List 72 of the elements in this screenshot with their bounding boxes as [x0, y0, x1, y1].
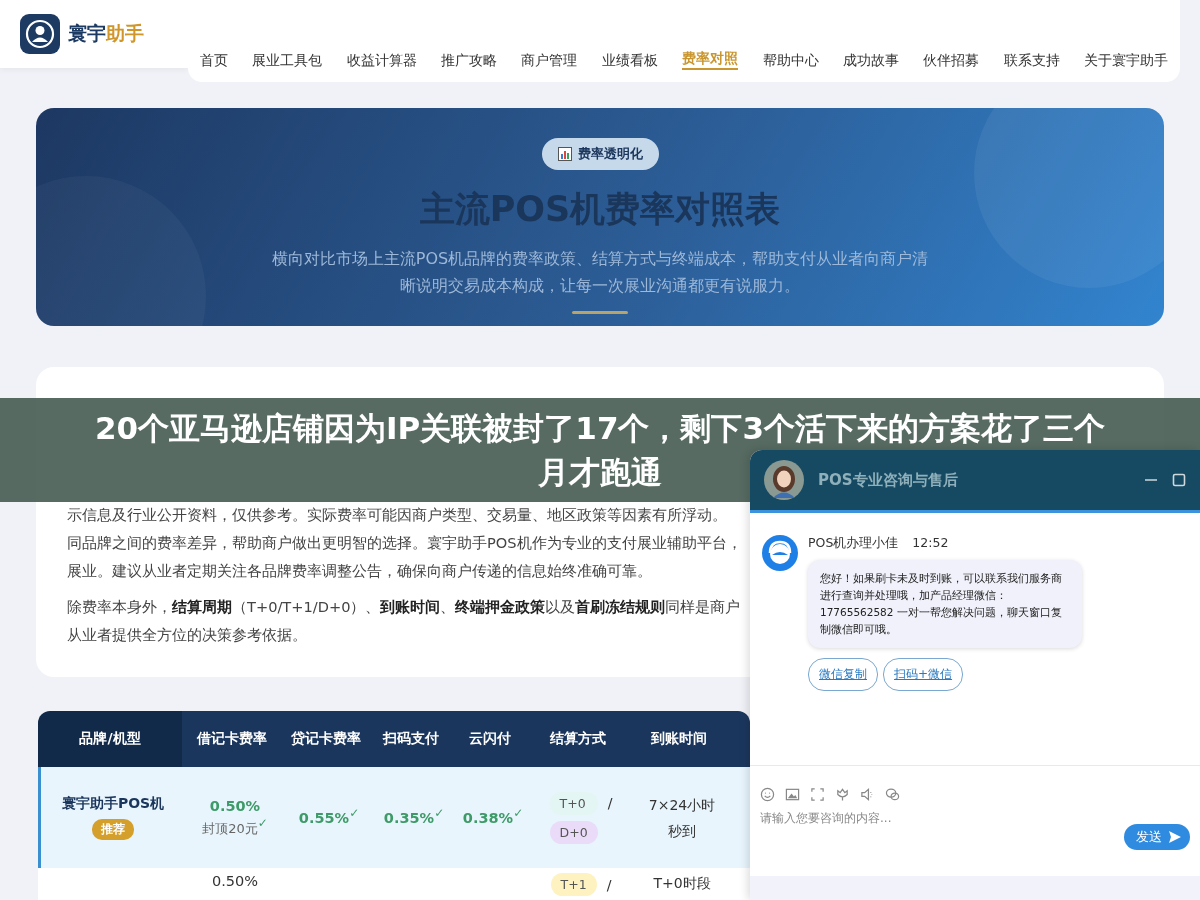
paragraph-line: 同品牌之间的费率差异，帮助商户做出更明智的选择。寰宇助手POS机作为专业的支付展业辅助平台，	[67, 533, 742, 553]
message-time: 12:52	[912, 535, 949, 552]
rate-value: 0.35%	[383, 809, 435, 826]
rate-value: 0.50%	[211, 873, 259, 889]
nav-link[interactable]: 商户管理	[521, 52, 578, 70]
send-button[interactable]: 发送	[1124, 824, 1190, 850]
accent-bar	[572, 311, 628, 314]
paragraph-line: 除费率本身外，结算周期（T+0/T+1/D+0）、到账时间、终端押金政策以及首刷冻结规则同样是商户	[67, 597, 741, 617]
column-header: 到账时间	[628, 711, 730, 767]
overlay-title-line: 20个亚马逊店铺因为IP关联被封了17个，剩下3个活下来的方案花了三个	[94, 409, 1106, 448]
overlay-title-line: 月才跑通	[538, 453, 662, 492]
check-mark: ✓	[257, 815, 268, 830]
recommend-tag: 推荐	[92, 819, 134, 840]
nav-link[interactable]: 伙伴招募	[923, 52, 980, 70]
separator: /	[606, 876, 612, 893]
nav-link[interactable]: 推广攻略	[441, 52, 498, 70]
chat-title: POS专业咨询与售后	[818, 470, 959, 490]
agent-avatar-icon	[762, 535, 798, 571]
badge-label: 费率透明化	[577, 145, 643, 163]
paragraph-line: 展业。建议从业者定期关注各品牌费率调整公告，确保向商户传递的信息始终准确可靠。	[67, 561, 652, 581]
nav-link[interactable]: 首页	[200, 52, 228, 70]
rate-value: 0.55%	[298, 809, 350, 826]
separator: /	[607, 795, 613, 811]
arrival-time: 7×24小时	[648, 795, 716, 815]
check-mark: ✓	[513, 805, 524, 820]
message-input[interactable]: 请输入您要咨询的内容...	[758, 810, 1122, 826]
avatar-icon	[764, 460, 804, 500]
bar-chart-icon	[557, 147, 572, 161]
column-header: 扫码支付	[370, 711, 452, 767]
column-header: 结算方式	[528, 711, 628, 767]
brand-cell: 寰宇助手POS机	[61, 795, 165, 813]
logo-icon[interactable]	[20, 14, 60, 54]
brand-name: 寰宇	[68, 21, 106, 46]
check-mark: ✓	[434, 805, 445, 820]
quick-reply-button[interactable]: 微信复制	[808, 658, 878, 691]
page-subtitle: 横向对比市场上主流POS机品牌的费率政策、结算方式与终端成本，帮助支付从业者向商户清晰说明交易成本构成，让每一次展业沟通都更有说服力。	[270, 248, 930, 297]
screenshot-icon[interactable]	[810, 787, 825, 802]
nav-link[interactable]: 帮助中心	[762, 52, 819, 70]
nav-link[interactable]: 成功故事	[842, 52, 899, 70]
column-header: 借记卡费率	[182, 711, 282, 767]
flower-icon[interactable]	[835, 787, 850, 802]
brand-name-accent: 助手	[106, 21, 144, 46]
nav-link[interactable]: 关于寰宇助手	[1083, 52, 1168, 70]
quick-reply-button[interactable]: 扫码+微信	[883, 658, 964, 691]
settlement-tag: D+0	[549, 820, 598, 844]
paragraph-line: 示信息及行业公开资料，仅供参考。实际费率可能因商户类型、交易量、地区政策等因素有所浮动。	[67, 505, 727, 525]
maximize-icon[interactable]	[1172, 473, 1186, 487]
nav-link[interactable]: 展业工具包	[252, 52, 323, 70]
message-bubble: 您好！如果刷卡未及时到账，可以联系我们服务商进行查询并处理哦，加产品经理微信：17765562582 一对一帮您解决问题，聊天窗口复制微信即可哦。	[808, 560, 1082, 648]
settlement-tag: T+0	[549, 791, 598, 815]
column-header: 云闪付	[452, 711, 528, 767]
check-mark: ✓	[349, 805, 360, 820]
column-header: 贷记卡费率	[282, 711, 370, 767]
send-icon	[1168, 830, 1182, 844]
nav-link[interactable]: 业绩看板	[601, 52, 658, 70]
nav-link[interactable]: 收益计算器	[346, 52, 417, 70]
chat-bubbles-icon[interactable]	[885, 787, 900, 802]
column-header: 品牌/机型	[38, 711, 182, 767]
rate-value: 0.38%	[462, 809, 514, 826]
nav-link[interactable]: 联系支持	[1003, 52, 1060, 70]
agent-name: POS机办理小佳	[808, 535, 899, 552]
paragraph-line: 从业者提供全方位的决策参考依据。	[67, 625, 307, 645]
settlement-tag: T+1	[550, 873, 597, 896]
arrival-time: T+0时段	[653, 874, 711, 893]
rate-value: 0.50%	[209, 797, 261, 814]
image-icon[interactable]	[785, 787, 800, 802]
fee-cap: 封顶20元	[202, 819, 258, 838]
arrival-time: 秒到	[668, 821, 696, 841]
table-row[interactable]: 0.50% T+1 / T+0时段	[38, 868, 750, 900]
table-row[interactable]: 寰宇助手POS机 推荐 0.50% 封顶20元✓ 0.55%✓ 0.35%✓ 0.38%✓ T+0 / D+0 7×24小时 秒到	[38, 767, 750, 868]
emoji-icon[interactable]	[760, 787, 775, 802]
table-cell	[730, 711, 750, 767]
